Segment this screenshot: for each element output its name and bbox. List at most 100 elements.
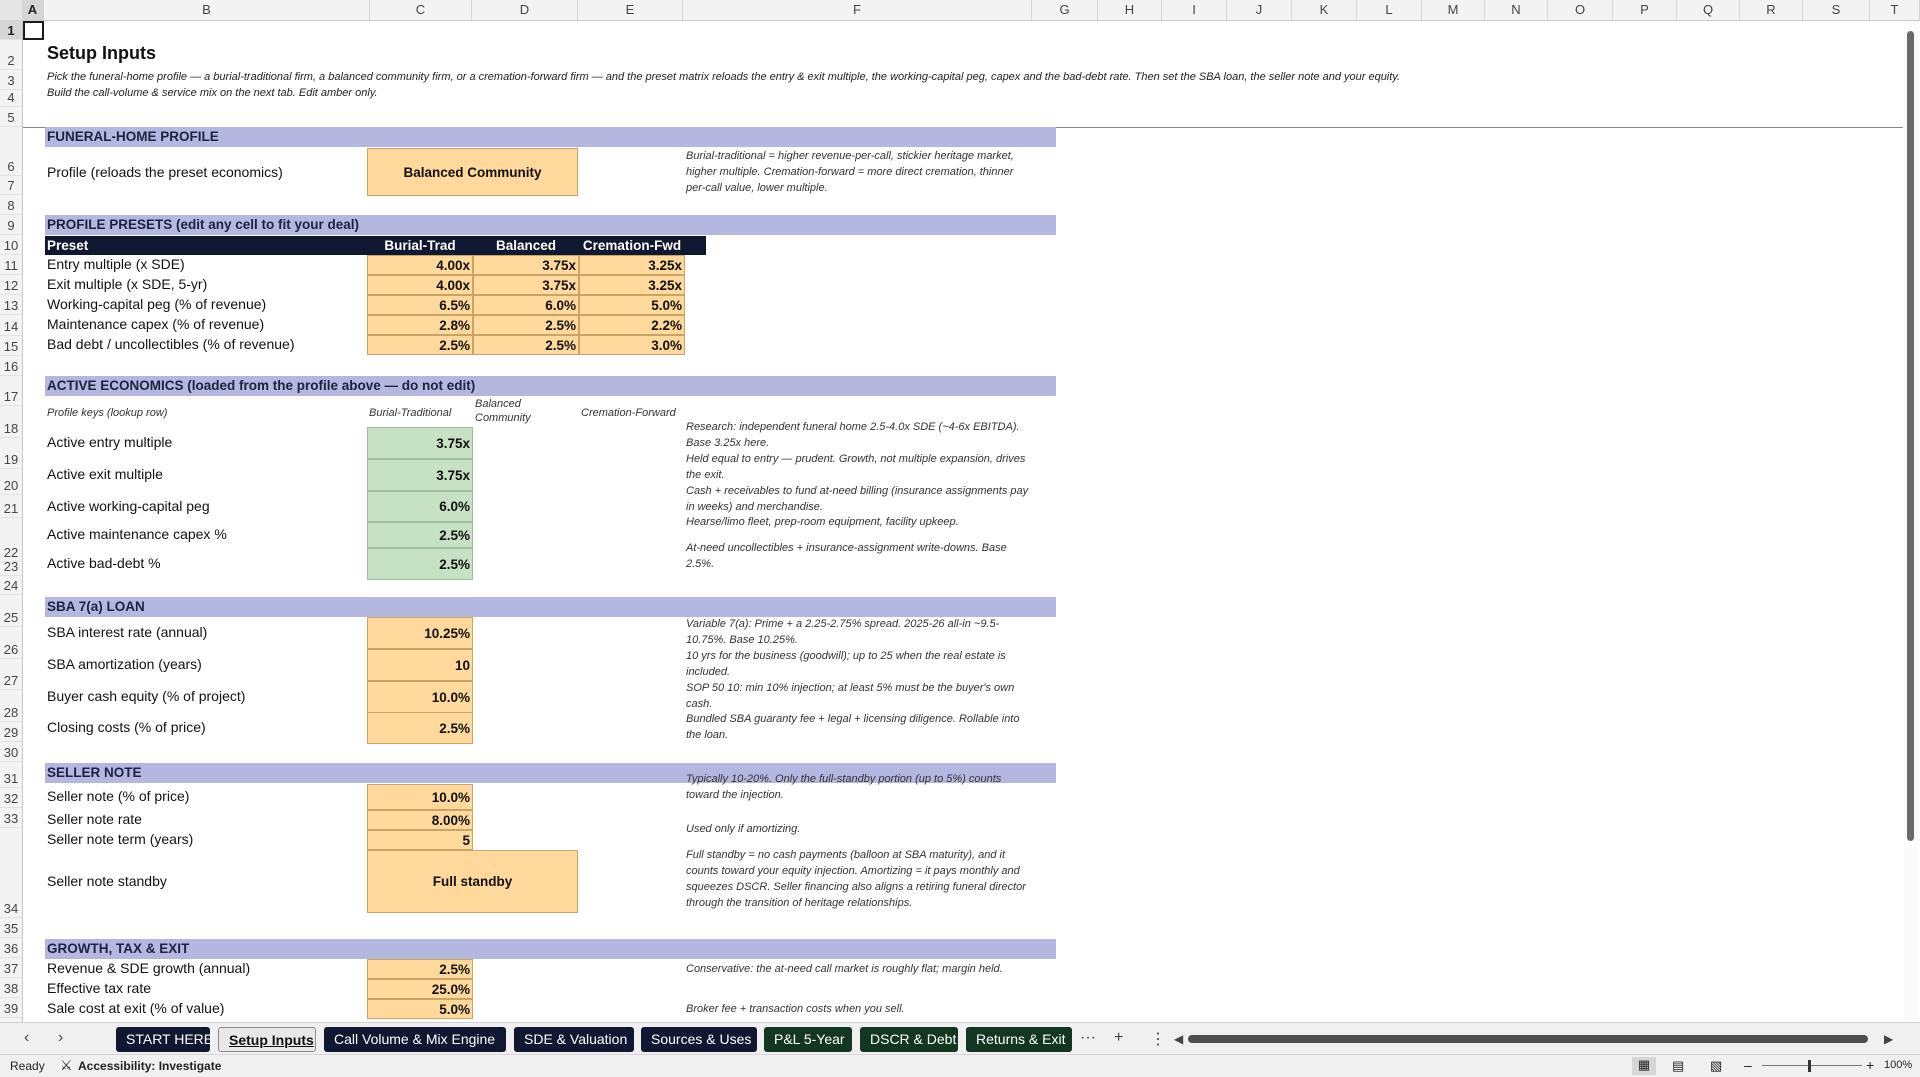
row-header-26[interactable]: 26 — [0, 627, 22, 659]
row-header-29[interactable]: 29 — [0, 722, 22, 742]
row-header-3[interactable]: 3 — [0, 70, 22, 90]
add-sheet-icon[interactable]: + — [1114, 1029, 1123, 1047]
row-header-9[interactable]: 9 — [0, 215, 22, 235]
preset-value-cell[interactable]: 2.2% — [579, 315, 685, 335]
preset-value-cell[interactable]: 2.8% — [367, 315, 473, 335]
row-header-20[interactable]: 20 — [0, 469, 22, 495]
preset-value-cell[interactable]: 2.5% — [473, 335, 579, 355]
horizontal-scrollbar[interactable] — [1188, 1035, 1868, 1043]
row-header-5[interactable]: 5 — [0, 107, 22, 127]
row-header-2[interactable]: 2 — [0, 40, 22, 70]
page-layout-view-icon[interactable]: ▤ — [1672, 1058, 1684, 1074]
row-header-27[interactable]: 27 — [0, 659, 22, 690]
column-header-t[interactable]: T — [1870, 0, 1920, 20]
sheet-tab-returns-exit[interactable]: Returns & Exit — [966, 1027, 1072, 1052]
column-header-g[interactable]: G — [1032, 0, 1098, 20]
zoom-out-icon[interactable]: – — [1744, 1057, 1752, 1073]
sheet-tab-dscr-debt[interactable]: DSCR & Debt — [860, 1027, 958, 1052]
column-header-k[interactable]: K — [1292, 0, 1357, 20]
preset-value-cell[interactable]: 3.75x — [473, 255, 579, 275]
row-header-21[interactable]: 21 — [0, 495, 22, 518]
column-header-n[interactable]: N — [1485, 0, 1548, 20]
accessibility-icon[interactable]: ⚔ — [60, 1057, 73, 1074]
column-header-b[interactable]: B — [44, 0, 370, 20]
preset-value-cell[interactable]: 2.5% — [473, 315, 579, 335]
preset-value-cell[interactable]: 6.0% — [473, 295, 579, 315]
column-header-a[interactable]: A — [22, 0, 44, 20]
sheet-tab-start-here[interactable]: START HERE — [116, 1027, 213, 1052]
hscroll-right-icon[interactable]: ▶ — [1884, 1032, 1893, 1046]
sba-value-cell[interactable]: 10.25% — [367, 617, 473, 649]
row-header-18[interactable]: 18 — [0, 406, 22, 438]
active-cell-cursor[interactable] — [23, 21, 44, 40]
row-header-12[interactable]: 12 — [0, 275, 22, 295]
sba-value-cell[interactable]: 10.0% — [367, 681, 473, 713]
zoom-slider-thumb[interactable] — [1808, 1060, 1811, 1072]
row-header-35[interactable]: 35 — [0, 918, 22, 938]
column-header-p[interactable]: P — [1613, 0, 1677, 20]
row-header-24[interactable]: 24 — [0, 576, 22, 595]
column-header-c[interactable]: C — [370, 0, 472, 20]
column-header-r[interactable]: R — [1740, 0, 1803, 20]
sba-value-cell[interactable]: 2.5% — [367, 712, 473, 744]
select-all-corner[interactable] — [0, 0, 23, 20]
preset-value-cell[interactable]: 3.25x — [579, 255, 685, 275]
row-header-11[interactable]: 11 — [0, 255, 22, 275]
vertical-scroll-thumb[interactable] — [1907, 31, 1914, 841]
seller-value-cell[interactable]: Full standby — [367, 850, 578, 913]
row-header-7[interactable]: 7 — [0, 176, 22, 195]
tab-scroll-left-icon[interactable]: ‹ — [24, 1029, 29, 1047]
tab-options-icon[interactable]: ⋮ — [1150, 1029, 1166, 1049]
row-header-36[interactable]: 36 — [0, 938, 22, 958]
row-header-6[interactable]: 6 — [0, 127, 22, 176]
tab-scroll-right-icon[interactable]: › — [58, 1029, 63, 1047]
worksheet-grid[interactable]: Setup Inputs Pick the funeral-home profi… — [23, 21, 1903, 1022]
seller-value-cell[interactable]: 5 — [367, 830, 473, 850]
sheet-tab-p-l-5-year[interactable]: P&L 5-Year — [764, 1027, 852, 1052]
preset-value-cell[interactable]: 3.0% — [579, 335, 685, 355]
growth-value-cell[interactable]: 2.5% — [367, 959, 473, 979]
row-header-32[interactable]: 32 — [0, 788, 22, 808]
column-header-d[interactable]: D — [472, 0, 578, 20]
seller-value-cell[interactable]: 8.00% — [367, 810, 473, 830]
row-header-1[interactable]: 1 — [0, 20, 22, 40]
sba-value-cell[interactable]: 10 — [367, 649, 473, 681]
row-header-10[interactable]: 10 — [0, 235, 22, 255]
column-header-j[interactable]: J — [1227, 0, 1292, 20]
preset-value-cell[interactable]: 5.0% — [579, 295, 685, 315]
preset-value-cell[interactable]: 3.75x — [473, 275, 579, 295]
column-header-f[interactable]: F — [683, 0, 1032, 20]
row-header-34[interactable]: 34 — [0, 828, 22, 918]
column-header-o[interactable]: O — [1548, 0, 1613, 20]
zoom-slider[interactable] — [1762, 1065, 1862, 1066]
more-tabs-icon[interactable]: ··· — [1080, 1029, 1096, 1047]
row-header-15[interactable]: 15 — [0, 336, 22, 356]
zoom-in-icon[interactable]: + — [1866, 1057, 1874, 1073]
row-header-13[interactable]: 13 — [0, 295, 22, 315]
row-header-22[interactable]: 22 — [0, 518, 22, 562]
column-header-i[interactable]: I — [1162, 0, 1227, 20]
row-header-39[interactable]: 39 — [0, 998, 22, 1018]
preset-value-cell[interactable]: 4.00x — [367, 275, 473, 295]
row-header-16[interactable]: 16 — [0, 356, 22, 376]
sheet-tab-sde-valuation[interactable]: SDE & Valuation — [514, 1027, 634, 1052]
row-header-4[interactable]: 4 — [0, 90, 22, 107]
hscroll-left-icon[interactable]: ◀ — [1174, 1032, 1183, 1046]
vertical-scrollbar[interactable] — [1904, 21, 1918, 1021]
row-header-25[interactable]: 25 — [0, 595, 22, 627]
row-header-8[interactable]: 8 — [0, 195, 22, 215]
normal-view-icon[interactable]: ▦ — [1632, 1057, 1656, 1075]
zoom-level[interactable]: 100% — [1884, 1059, 1912, 1071]
preset-value-cell[interactable]: 3.25x — [579, 275, 685, 295]
row-header-37[interactable]: 37 — [0, 958, 22, 978]
row-header-19[interactable]: 19 — [0, 438, 22, 469]
seller-value-cell[interactable]: 10.0% — [367, 784, 473, 810]
sheet-tab-setup-inputs[interactable]: Setup Inputs — [218, 1027, 316, 1052]
row-header-38[interactable]: 38 — [0, 978, 22, 998]
sheet-tab-sources-uses[interactable]: Sources & Uses — [641, 1027, 757, 1052]
row-header-28[interactable]: 28 — [0, 690, 22, 722]
accessibility-status[interactable]: Accessibility: Investigate — [78, 1059, 221, 1073]
row-header-23[interactable]: 23 — [0, 559, 22, 576]
column-header-h[interactable]: H — [1098, 0, 1162, 20]
column-header-l[interactable]: L — [1357, 0, 1422, 20]
